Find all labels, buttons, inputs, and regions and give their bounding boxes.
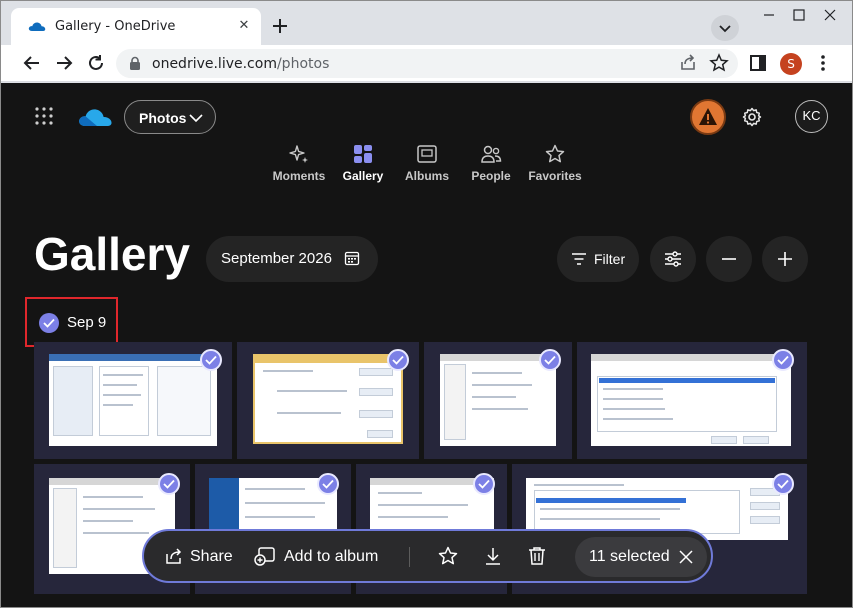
browser-window: Gallery - OneDrive ✕ onedrive.live.com/p… xyxy=(0,0,853,608)
zoom-out-button[interactable] xyxy=(706,236,752,282)
forward-arrow-icon[interactable] xyxy=(53,52,75,74)
add-to-album-label: Add to album xyxy=(284,548,379,565)
tab-close-icon[interactable]: ✕ xyxy=(235,17,253,35)
action-bar-divider xyxy=(409,547,410,567)
alert-button[interactable] xyxy=(690,99,726,135)
onedrive-page: Photos KC Moments Gallery Albums People … xyxy=(1,83,852,607)
reload-icon[interactable] xyxy=(85,52,107,74)
lock-icon[interactable] xyxy=(128,56,142,71)
browser-toolbar: onedrive.live.com/photos S xyxy=(1,45,852,82)
day-select-checkbox[interactable] xyxy=(39,313,59,333)
selected-check-icon[interactable] xyxy=(317,473,339,495)
selected-check-icon[interactable] xyxy=(387,349,409,371)
settings-gear-icon[interactable] xyxy=(741,106,763,128)
selected-check-icon[interactable] xyxy=(200,349,222,371)
warning-icon xyxy=(699,108,717,125)
screenshot-image xyxy=(440,354,556,446)
screenshot-image xyxy=(253,354,403,444)
day-label-text: Sep 9 xyxy=(67,314,107,331)
nav-favorites-label: Favorites xyxy=(528,169,582,183)
people-icon xyxy=(481,145,502,163)
tab-title: Gallery - OneDrive xyxy=(55,19,176,34)
selected-check-icon[interactable] xyxy=(772,349,794,371)
plus-icon xyxy=(778,252,792,266)
close-window-icon[interactable] xyxy=(813,1,847,29)
selected-check-icon[interactable] xyxy=(539,349,561,371)
selected-check-icon[interactable] xyxy=(772,473,794,495)
zoom-in-button[interactable] xyxy=(762,236,808,282)
selection-count-chip: 11 selected xyxy=(575,537,707,577)
date-picker-button[interactable]: September 2026 xyxy=(206,236,378,282)
photos-switcher-label: Photos xyxy=(139,110,187,126)
profile-avatar[interactable]: S xyxy=(780,53,802,75)
photo-thumbnail[interactable] xyxy=(237,342,419,459)
screenshot-image xyxy=(49,354,217,446)
sparkle-icon xyxy=(289,145,308,163)
day-group-label[interactable]: Sep 9 xyxy=(25,297,118,347)
selected-check-icon[interactable] xyxy=(158,473,180,495)
browser-tab[interactable]: Gallery - OneDrive ✕ xyxy=(11,8,261,45)
maximize-icon[interactable] xyxy=(782,1,816,29)
url-text: onedrive.live.com/photos xyxy=(152,56,330,72)
grid-icon xyxy=(354,145,372,163)
selection-count-label: 11 selected xyxy=(589,548,670,565)
nav-favorites[interactable]: Favorites xyxy=(515,143,595,183)
sliders-icon xyxy=(665,251,681,267)
screenshot-image xyxy=(591,354,791,446)
photos-switcher-button[interactable]: Photos xyxy=(124,100,216,134)
add-to-album-icon xyxy=(254,547,275,566)
delete-trash-icon[interactable] xyxy=(526,545,548,567)
minus-icon xyxy=(722,258,736,260)
favorite-star-icon[interactable] xyxy=(437,545,459,567)
account-avatar[interactable]: KC xyxy=(795,100,828,133)
star-icon xyxy=(545,144,565,163)
filter-button[interactable]: Filter xyxy=(557,236,639,282)
back-arrow-icon[interactable] xyxy=(21,52,43,74)
side-panel-icon[interactable] xyxy=(747,52,769,74)
app-launcher-icon[interactable] xyxy=(35,107,53,125)
bookmark-star-icon[interactable] xyxy=(708,52,730,74)
photo-thumbnail[interactable] xyxy=(424,342,572,459)
minimize-icon[interactable] xyxy=(752,1,786,29)
selection-action-bar: Share Add to album 11 selected xyxy=(142,529,713,583)
tab-strip: Gallery - OneDrive ✕ xyxy=(1,1,852,45)
filter-label: Filter xyxy=(594,251,626,267)
filter-icon xyxy=(572,253,586,265)
browser-menu-icon[interactable] xyxy=(812,52,834,74)
checkmark-icon xyxy=(43,318,55,328)
new-tab-icon[interactable] xyxy=(269,15,291,37)
selected-check-icon[interactable] xyxy=(473,473,495,495)
view-options-button[interactable] xyxy=(650,236,696,282)
download-icon[interactable] xyxy=(482,545,504,567)
photo-thumbnail[interactable] xyxy=(34,342,232,459)
onedrive-logo-icon[interactable] xyxy=(77,105,113,129)
photo-thumbnail[interactable] xyxy=(577,342,807,459)
share-icon xyxy=(166,548,182,564)
chevron-down-icon xyxy=(719,25,731,33)
share-label: Share xyxy=(190,548,233,565)
chevron-down-icon xyxy=(189,114,203,123)
album-icon xyxy=(417,145,437,163)
onedrive-favicon-icon xyxy=(28,22,46,31)
page-title: Gallery xyxy=(34,228,190,280)
calendar-icon xyxy=(344,251,360,266)
address-bar[interactable]: onedrive.live.com/photos xyxy=(116,49,738,78)
tab-search-button[interactable] xyxy=(711,15,739,41)
share-page-icon[interactable] xyxy=(677,52,699,74)
date-picker-label: September 2026 xyxy=(221,250,332,267)
clear-selection-close-icon[interactable] xyxy=(678,549,694,565)
